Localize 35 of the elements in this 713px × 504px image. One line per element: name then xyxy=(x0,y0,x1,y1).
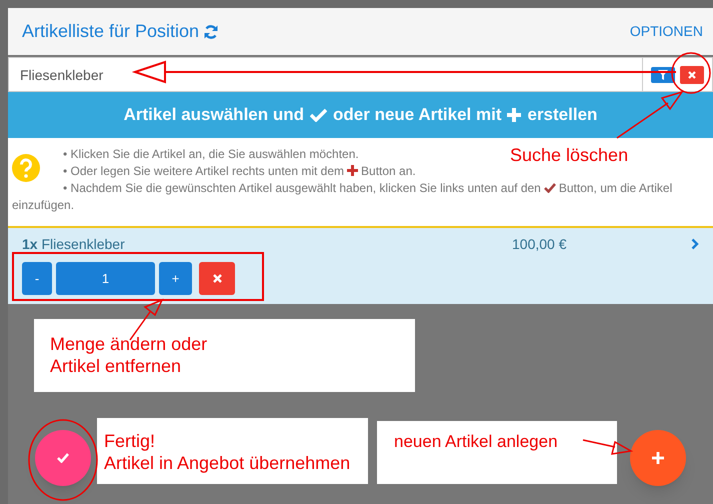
plus-icon xyxy=(347,165,358,176)
item-name[interactable]: 1x Fliesenkleber xyxy=(22,234,512,254)
plus-icon xyxy=(507,108,522,122)
quantity-field[interactable]: 1 xyxy=(56,262,155,295)
close-icon xyxy=(212,274,222,283)
annotation-circle xyxy=(671,52,711,94)
clear-search-button[interactable] xyxy=(680,66,704,84)
help-text: • Nachdem Sie die gewünschten Artikel ausgewählt haben, klicken Sie links unten auf den Button, um die Artikel einzufügen. xyxy=(12,180,674,214)
callout-text: Fertig! Artikel in Angebot übernehmen xyxy=(104,430,350,474)
filter-icon xyxy=(658,70,668,80)
check-icon xyxy=(310,108,328,122)
plus-icon xyxy=(652,452,664,464)
check-icon xyxy=(57,453,69,463)
refresh-icon[interactable] xyxy=(203,24,220,40)
close-icon xyxy=(688,70,696,78)
help-text: • Oder legen Sie weitere Artikel rechts unten mit dem Button an. xyxy=(63,164,416,178)
annotation-arrow xyxy=(582,439,634,455)
window-title: Artikelliste für Position xyxy=(22,20,200,43)
help-text: • Klicken Sie die Artikel an, die Sie auswählen möchten. xyxy=(63,147,359,161)
callout-text: Menge ändern oder Artikel entfernen xyxy=(50,333,208,377)
decrease-button[interactable]: - xyxy=(22,262,52,295)
options-button[interactable]: OPTIONEN xyxy=(630,21,703,42)
chevron-right-icon[interactable] xyxy=(691,238,699,250)
banner-text: oder neue Artikel mit xyxy=(333,104,502,126)
annotation-text: Suche löschen xyxy=(510,144,628,167)
search-field[interactable]: Fliesenkleber xyxy=(8,57,643,92)
help-icon xyxy=(12,154,40,182)
item-price: 100,00 € xyxy=(512,234,568,254)
banner-text: Artikel auswählen und xyxy=(124,104,304,126)
increase-button[interactable]: + xyxy=(159,262,192,295)
callout-text: neuen Artikel anlegen xyxy=(394,431,558,453)
check-icon xyxy=(544,183,556,193)
banner-text: erstellen xyxy=(527,104,598,126)
remove-button[interactable] xyxy=(199,262,235,295)
annotation-arrow xyxy=(616,90,684,139)
